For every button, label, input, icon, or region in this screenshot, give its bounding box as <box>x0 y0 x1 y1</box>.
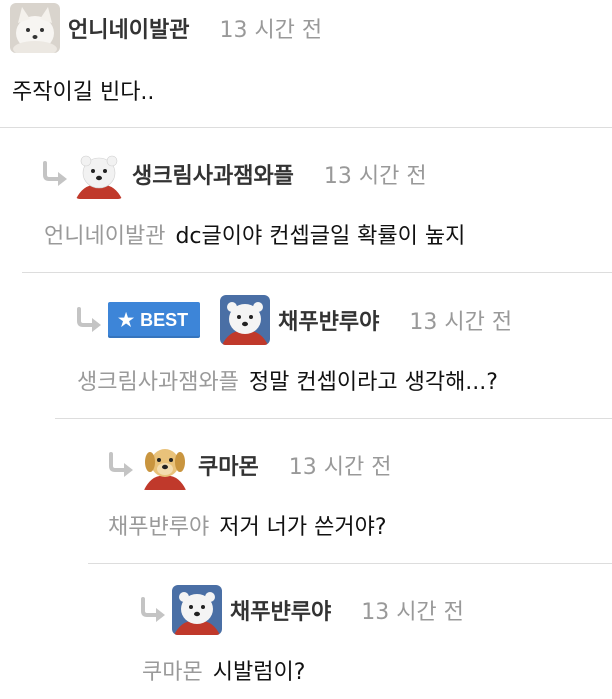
comment-author[interactable]: 언니네이발관 <box>68 12 189 44</box>
comment-body: 주작이길 빈다.. <box>12 74 154 106</box>
comment-author[interactable]: 채푸뱐루야 <box>230 594 331 626</box>
reply-arrow-icon <box>106 451 136 479</box>
comment-divider <box>22 272 612 273</box>
comment-divider <box>55 418 612 419</box>
puppy-avatar-icon[interactable] <box>140 440 190 490</box>
reply-arrow-icon <box>74 306 104 334</box>
polar-bear-avatar-icon[interactable] <box>172 585 222 635</box>
comment-author[interactable]: 채푸뱐루야 <box>278 304 379 336</box>
best-badge-label: BEST <box>140 309 189 330</box>
comment-body: 채푸뱐루야 저거 너가 쓴거야? <box>108 509 387 541</box>
comment-divider <box>0 127 612 128</box>
comment-text: 정말 컨셉이라고 생각해...? <box>248 370 498 395</box>
comment-time: 13 시간 전 <box>361 600 464 625</box>
reply-mention[interactable]: 언니네이발관 <box>44 224 165 249</box>
reply-mention[interactable]: 쿠마몬 <box>142 660 203 685</box>
white-fox-avatar-icon[interactable] <box>10 3 60 53</box>
comment-author[interactable]: 쿠마몬 <box>198 449 259 481</box>
reply-arrow-icon <box>40 160 70 188</box>
comment-time: 13 시간 전 <box>323 164 427 189</box>
comment-author[interactable]: 생크림사과잼와플 <box>132 158 294 190</box>
polar-bear-avatar-icon[interactable] <box>220 295 271 345</box>
reply-mention[interactable]: 생크림사과잼와플 <box>77 370 239 395</box>
comment-text: 저거 너가 쓴거야? <box>219 515 387 540</box>
comment-time: 13 시간 전 <box>219 18 323 43</box>
reply-arrow-icon <box>138 596 168 624</box>
comment-time: 13 시간 전 <box>409 310 513 335</box>
reply-mention[interactable]: 채푸뱐루야 <box>108 515 209 540</box>
star-icon: ★ <box>118 309 135 330</box>
polar-bear-avatar-icon[interactable] <box>74 149 124 199</box>
comment-body: 쿠마몬 시발럼이? <box>142 654 305 686</box>
comment-text: 주작이길 빈다.. <box>12 80 155 105</box>
comment-time: 13 시간 전 <box>288 455 392 480</box>
comment-text: 시발럼이? <box>212 660 306 685</box>
comment-text: dc글이야 컨셉글일 확률이 높지 <box>175 224 466 249</box>
comment-body: 생크림사과잼와플 정말 컨셉이라고 생각해...? <box>77 364 498 396</box>
best-badge: ★ BEST <box>108 302 201 338</box>
comment-divider <box>88 563 612 564</box>
comment-body: 언니네이발관 dc글이야 컨셉글일 확률이 높지 <box>44 218 465 250</box>
